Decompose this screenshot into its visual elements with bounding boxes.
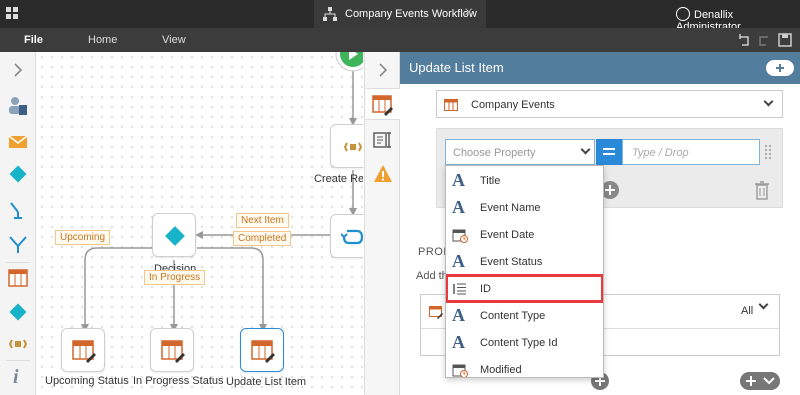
tag-next-item[interactable]: Next Item bbox=[236, 213, 289, 228]
list-item-edit-icon bbox=[72, 340, 96, 363]
menu-file[interactable]: File bbox=[24, 34, 43, 46]
list-icon bbox=[444, 99, 458, 111]
reference-icon[interactable] bbox=[8, 334, 28, 354]
in-progress-status-label: In Progress Status bbox=[133, 375, 224, 387]
redo-icon[interactable] bbox=[759, 36, 768, 46]
create-reference-node[interactable] bbox=[330, 124, 363, 168]
text-a-icon: A bbox=[452, 251, 465, 271]
list-item-edit-icon bbox=[251, 340, 275, 363]
decision-diamond-icon bbox=[165, 226, 185, 246]
text-a-icon: A bbox=[452, 332, 465, 352]
calendar-icon bbox=[452, 364, 468, 377]
avatar-icon bbox=[676, 7, 690, 21]
tab-title: Company Events Workflow bbox=[345, 8, 477, 20]
user-task-icon[interactable] bbox=[8, 96, 28, 116]
panel-header: Update List Item bbox=[400, 52, 800, 84]
calendar-icon bbox=[452, 229, 468, 243]
list-select-value: Company Events bbox=[471, 99, 555, 111]
split-icon[interactable] bbox=[8, 200, 28, 220]
info-icon[interactable]: i bbox=[13, 366, 19, 389]
list-item-edit-icon bbox=[372, 95, 393, 116]
list-item-edit-icon bbox=[429, 306, 443, 319]
merge-icon[interactable] bbox=[8, 234, 28, 254]
update-list-item-node[interactable] bbox=[240, 328, 284, 372]
loop-icon bbox=[341, 229, 363, 245]
plus-icon bbox=[776, 64, 784, 72]
option-id[interactable]: ID bbox=[446, 274, 603, 303]
option-title[interactable]: A Title bbox=[446, 167, 603, 194]
list-item-edit-icon bbox=[161, 340, 185, 363]
property-dropdown-list: A Title A Event Name Event Date A Event Sta… bbox=[445, 165, 604, 378]
tag-completed[interactable]: Completed bbox=[233, 231, 292, 246]
start-node[interactable] bbox=[329, 52, 363, 72]
upcoming-status-label: Upcoming Status bbox=[45, 375, 129, 387]
option-event-status[interactable]: A Event Status bbox=[446, 248, 603, 275]
option-content-type[interactable]: A Content Type bbox=[446, 302, 603, 329]
list-number-icon bbox=[453, 283, 466, 295]
trash-icon[interactable] bbox=[754, 180, 770, 200]
expand-chevron-icon[interactable] bbox=[8, 60, 28, 80]
list-select[interactable]: Company Events bbox=[436, 90, 783, 118]
chevron-down-icon bbox=[758, 299, 769, 310]
choose-property-placeholder: Choose Property bbox=[453, 147, 536, 159]
menu-bar: File Home View bbox=[0, 28, 800, 52]
menu-view[interactable]: View bbox=[162, 34, 186, 46]
collapse-chevron-icon[interactable] bbox=[373, 60, 393, 80]
update-list-item-label: Update List Item bbox=[226, 376, 307, 388]
add-text: Add th bbox=[416, 270, 448, 282]
list-item-icon[interactable] bbox=[8, 268, 28, 288]
toolbox-divider bbox=[6, 262, 30, 263]
workflow-canvas[interactable]: Create Refe Decision Upcoming In Progres… bbox=[37, 52, 363, 395]
decision-icon[interactable] bbox=[8, 164, 28, 184]
save-icon[interactable] bbox=[778, 33, 792, 47]
choose-property-select[interactable]: Choose Property bbox=[445, 139, 595, 165]
toolbox: i bbox=[0, 52, 36, 395]
text-a-icon: A bbox=[452, 170, 465, 190]
app-grid-icon[interactable] bbox=[6, 7, 19, 20]
undo-icon[interactable] bbox=[739, 34, 749, 46]
workflow-icon bbox=[323, 7, 337, 21]
menu-home[interactable]: Home bbox=[88, 34, 117, 46]
in-progress-status-node[interactable] bbox=[150, 328, 194, 372]
close-icon[interactable]: × bbox=[464, 4, 473, 22]
filter-value: All bbox=[741, 305, 754, 317]
email-icon[interactable] bbox=[8, 132, 28, 152]
option-event-date[interactable]: Event Date bbox=[446, 221, 603, 248]
loop-node[interactable] bbox=[330, 214, 363, 258]
tab-workflow[interactable]: Company Events Workflow × bbox=[314, 0, 486, 28]
add-button[interactable] bbox=[766, 60, 794, 76]
decision-icon-2[interactable] bbox=[8, 302, 28, 322]
text-a-icon: A bbox=[452, 305, 465, 325]
create-reference-label: Create Refe bbox=[314, 173, 363, 185]
option-event-name[interactable]: A Event Name bbox=[446, 194, 603, 221]
toolbox-divider-2 bbox=[6, 360, 30, 361]
plus-chevron-icon bbox=[746, 376, 775, 386]
equals-operator-button[interactable] bbox=[596, 139, 622, 165]
option-content-type-id[interactable]: A Content Type Id bbox=[446, 329, 603, 356]
upcoming-status-node[interactable] bbox=[61, 328, 105, 372]
value-placeholder: Type / Drop bbox=[632, 147, 689, 159]
property-side-tabs bbox=[364, 52, 400, 395]
text-a-icon: A bbox=[452, 197, 465, 217]
equals-icon bbox=[603, 148, 615, 155]
decision-node[interactable] bbox=[152, 213, 196, 257]
value-input[interactable]: Type / Drop bbox=[622, 139, 760, 165]
warning-icon[interactable] bbox=[373, 164, 393, 184]
panel-title: Update List Item bbox=[409, 60, 504, 75]
drag-handle-icon[interactable] bbox=[764, 143, 772, 161]
option-modified[interactable]: Modified bbox=[446, 356, 603, 377]
chevron-down-icon bbox=[763, 96, 774, 107]
title-bar: Company Events Workflow × Denallix Admin… bbox=[0, 0, 800, 33]
text-format-icon[interactable] bbox=[373, 130, 393, 150]
chevron-down-icon bbox=[580, 144, 591, 155]
add-dropdown-button[interactable] bbox=[740, 372, 780, 390]
reference-icon bbox=[343, 142, 363, 152]
tag-upcoming[interactable]: Upcoming bbox=[55, 230, 111, 245]
tag-in-progress[interactable]: In Progress bbox=[144, 270, 206, 285]
tab-configure[interactable] bbox=[366, 88, 400, 120]
